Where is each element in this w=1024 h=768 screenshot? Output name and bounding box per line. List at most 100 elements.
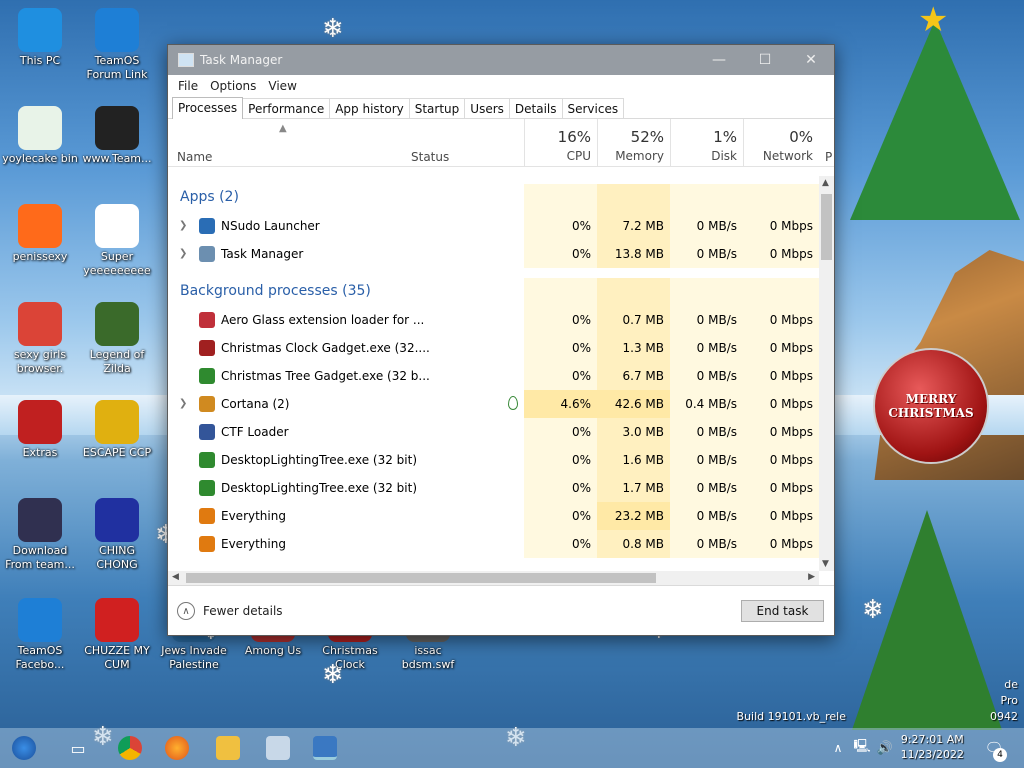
desktop-icon-label: Among Us xyxy=(244,644,302,657)
group-header[interactable]: Background processes (35) xyxy=(168,278,819,306)
menu-file[interactable]: File xyxy=(172,79,204,93)
volume-icon[interactable]: 🔊 xyxy=(873,736,897,760)
group-header[interactable]: Apps (2) xyxy=(168,184,819,212)
tab-startup[interactable]: Startup xyxy=(408,98,466,118)
process-memory: 0.7 MB xyxy=(597,306,670,334)
desktop-icon[interactable]: Download From team... xyxy=(0,498,80,572)
column-memory[interactable]: 52% Memory xyxy=(597,119,670,167)
maximize-button[interactable]: ☐ xyxy=(742,45,788,75)
desktop-icon[interactable]: Extras xyxy=(0,400,80,460)
chrome-icon xyxy=(18,302,62,346)
process-cpu: 0% xyxy=(524,240,597,268)
chrome-taskbar-icon[interactable] xyxy=(118,736,142,760)
task-view-icon[interactable]: ▭ xyxy=(66,736,90,760)
tab-processes[interactable]: Processes xyxy=(172,97,244,119)
scroll-left-icon[interactable]: ◀ xyxy=(172,572,179,582)
christmas-clock-gadget[interactable]: MERRY CHRISTMAS xyxy=(873,348,989,464)
system-clock[interactable]: 9:27:01 AM 11/23/2022 xyxy=(901,732,964,762)
column-status[interactable]: Status xyxy=(411,150,449,164)
process-row[interactable]: CTF Loader 0% 3.0 MB 0 MB/s 0 Mbps xyxy=(168,418,819,446)
tab-details[interactable]: Details xyxy=(508,98,563,118)
vertical-scrollbar[interactable]: ▲ ▼ xyxy=(819,176,834,571)
efficiency-leaf-icon xyxy=(508,396,518,410)
chevron-right-icon[interactable]: ❯ xyxy=(179,212,187,240)
column-name[interactable]: Name xyxy=(177,150,212,164)
process-row[interactable]: Christmas Clock Gadget.exe (32.... 0% 1.3 … xyxy=(168,334,819,362)
process-row[interactable]: DesktopLightingTree.exe (32 bit) 0% 1.7 MB… xyxy=(168,474,819,502)
tab-services[interactable]: Services xyxy=(561,98,625,118)
process-name: Aero Glass extension loader for ... xyxy=(221,313,425,327)
column-disk[interactable]: 1% Disk xyxy=(670,119,743,167)
desktop-icon[interactable]: www.Team... xyxy=(77,106,157,166)
close-button[interactable]: ✕ xyxy=(788,45,834,75)
desktop-icon-label: Legend of Zilda xyxy=(89,348,145,375)
task-manager-taskbar-icon[interactable] xyxy=(313,736,337,760)
scroll-right-icon[interactable]: ▶ xyxy=(808,572,815,582)
sort-arrow-icon: ▲ xyxy=(279,123,287,134)
process-cpu: 0% xyxy=(524,306,597,334)
process-row[interactable]: ❯ Task Manager 0% 13.8 MB 0 MB/s 0 Mbps xyxy=(168,240,819,268)
desktop-icon[interactable]: penissexy xyxy=(0,204,80,264)
process-row[interactable]: Everything 0% 0.8 MB 0 MB/s 0 Mbps xyxy=(168,530,819,558)
horizontal-scrollbar[interactable]: ◀ ▶ xyxy=(168,571,819,585)
process-row[interactable]: Aero Glass extension loader for ... 0% 0.7… xyxy=(168,306,819,334)
process-name: NSudo Launcher xyxy=(221,219,320,233)
process-icon xyxy=(199,218,215,234)
end-task-button[interactable]: End task xyxy=(741,600,824,622)
network-icon[interactable]: 🖳 xyxy=(850,736,874,760)
file-explorer-icon[interactable] xyxy=(216,736,240,760)
scroll-down-icon[interactable]: ▼ xyxy=(822,559,829,569)
desktop-icon-label: TeamOS Facebo... xyxy=(15,644,65,671)
process-row[interactable]: Everything 0% 23.2 MB 0 MB/s 0 Mbps xyxy=(168,502,819,530)
tab-users[interactable]: Users xyxy=(464,98,510,118)
process-network: 0 Mbps xyxy=(743,240,819,268)
column-power-truncated[interactable]: P xyxy=(825,150,832,164)
scroll-up-icon[interactable]: ▲ xyxy=(822,178,829,188)
horizontal-scroll-thumb[interactable] xyxy=(186,573,656,583)
snowflake-icon: ❄ xyxy=(322,660,344,690)
fewer-details-button[interactable]: ∧ Fewer details xyxy=(177,602,283,620)
desktop-icon[interactable]: yoylecake bin xyxy=(0,106,80,166)
chevron-right-icon[interactable]: ❯ xyxy=(179,240,187,268)
christmas-tree-gadget[interactable] xyxy=(850,20,1020,220)
process-row[interactable]: DesktopLightingTree.exe (32 bit) 0% 1.6 MB… xyxy=(168,446,819,474)
task-manager-window[interactable]: Task Manager — ☐ ✕ File Options View Pro… xyxy=(167,44,835,636)
tab-app-history[interactable]: App history xyxy=(329,98,410,118)
desktop-icon[interactable]: Super yeeeeeeeee xyxy=(77,204,157,278)
firefox-taskbar-icon[interactable] xyxy=(165,736,189,760)
chevron-up-icon[interactable]: ∧ xyxy=(826,736,850,760)
process-cpu: 0% xyxy=(524,212,597,240)
process-list[interactable]: Apps (2) ❯ NSudo Launcher 0% 7.2 MB 0 MB/s 0 M… xyxy=(168,176,819,571)
desktop-icon[interactable]: ESCAPE CCP xyxy=(77,400,157,460)
tab-performance[interactable]: Performance xyxy=(242,98,331,118)
gear-icon xyxy=(18,598,62,642)
desktop-icon[interactable]: sexy girls browser. xyxy=(0,302,80,376)
process-row[interactable]: Christmas Tree Gadget.exe (32 b... 0% 6.7 … xyxy=(168,362,819,390)
menu-view[interactable]: View xyxy=(262,79,302,93)
process-memory: 7.2 MB xyxy=(597,212,670,240)
process-cpu: 0% xyxy=(524,502,597,530)
ornament-label: MERRY CHRISTMAS xyxy=(888,392,974,420)
chevron-right-icon[interactable]: ❯ xyxy=(179,390,187,418)
title-bar[interactable]: Task Manager — ☐ ✕ xyxy=(168,45,834,75)
process-icon xyxy=(199,340,215,356)
desktop-icon[interactable]: This PC xyxy=(0,8,80,68)
menu-options[interactable]: Options xyxy=(204,79,262,93)
watermark-pro: Pro xyxy=(1000,694,1018,707)
control-panel-icon[interactable] xyxy=(266,736,290,760)
desktop-icon[interactable]: CHUZZE MY CUM xyxy=(77,598,157,672)
process-network: 0 Mbps xyxy=(743,212,819,240)
minimize-button[interactable]: — xyxy=(696,45,742,75)
desktop-icon[interactable]: CHING CHONG xyxy=(77,498,157,572)
process-row[interactable]: ❯ NSudo Launcher 0% 7.2 MB 0 MB/s 0 Mbps xyxy=(168,212,819,240)
process-row[interactable]: ❯ Cortana (2) 4.6% 42.6 MB 0.4 MB/s 0 Mbps xyxy=(168,390,819,418)
column-network[interactable]: 0% Network xyxy=(743,119,819,167)
desktop-icon[interactable]: Legend of Zilda xyxy=(77,302,157,376)
snowflake-icon: ❄ xyxy=(322,14,344,44)
desktop-icon[interactable]: TeamOS Forum Link xyxy=(77,8,157,82)
process-memory: 3.0 MB xyxy=(597,418,670,446)
desktop-icon[interactable]: TeamOS Facebo... xyxy=(0,598,80,672)
vertical-scroll-thumb[interactable] xyxy=(821,194,832,260)
start-button[interactable] xyxy=(12,736,36,760)
column-cpu[interactable]: 16% CPU xyxy=(524,119,597,167)
